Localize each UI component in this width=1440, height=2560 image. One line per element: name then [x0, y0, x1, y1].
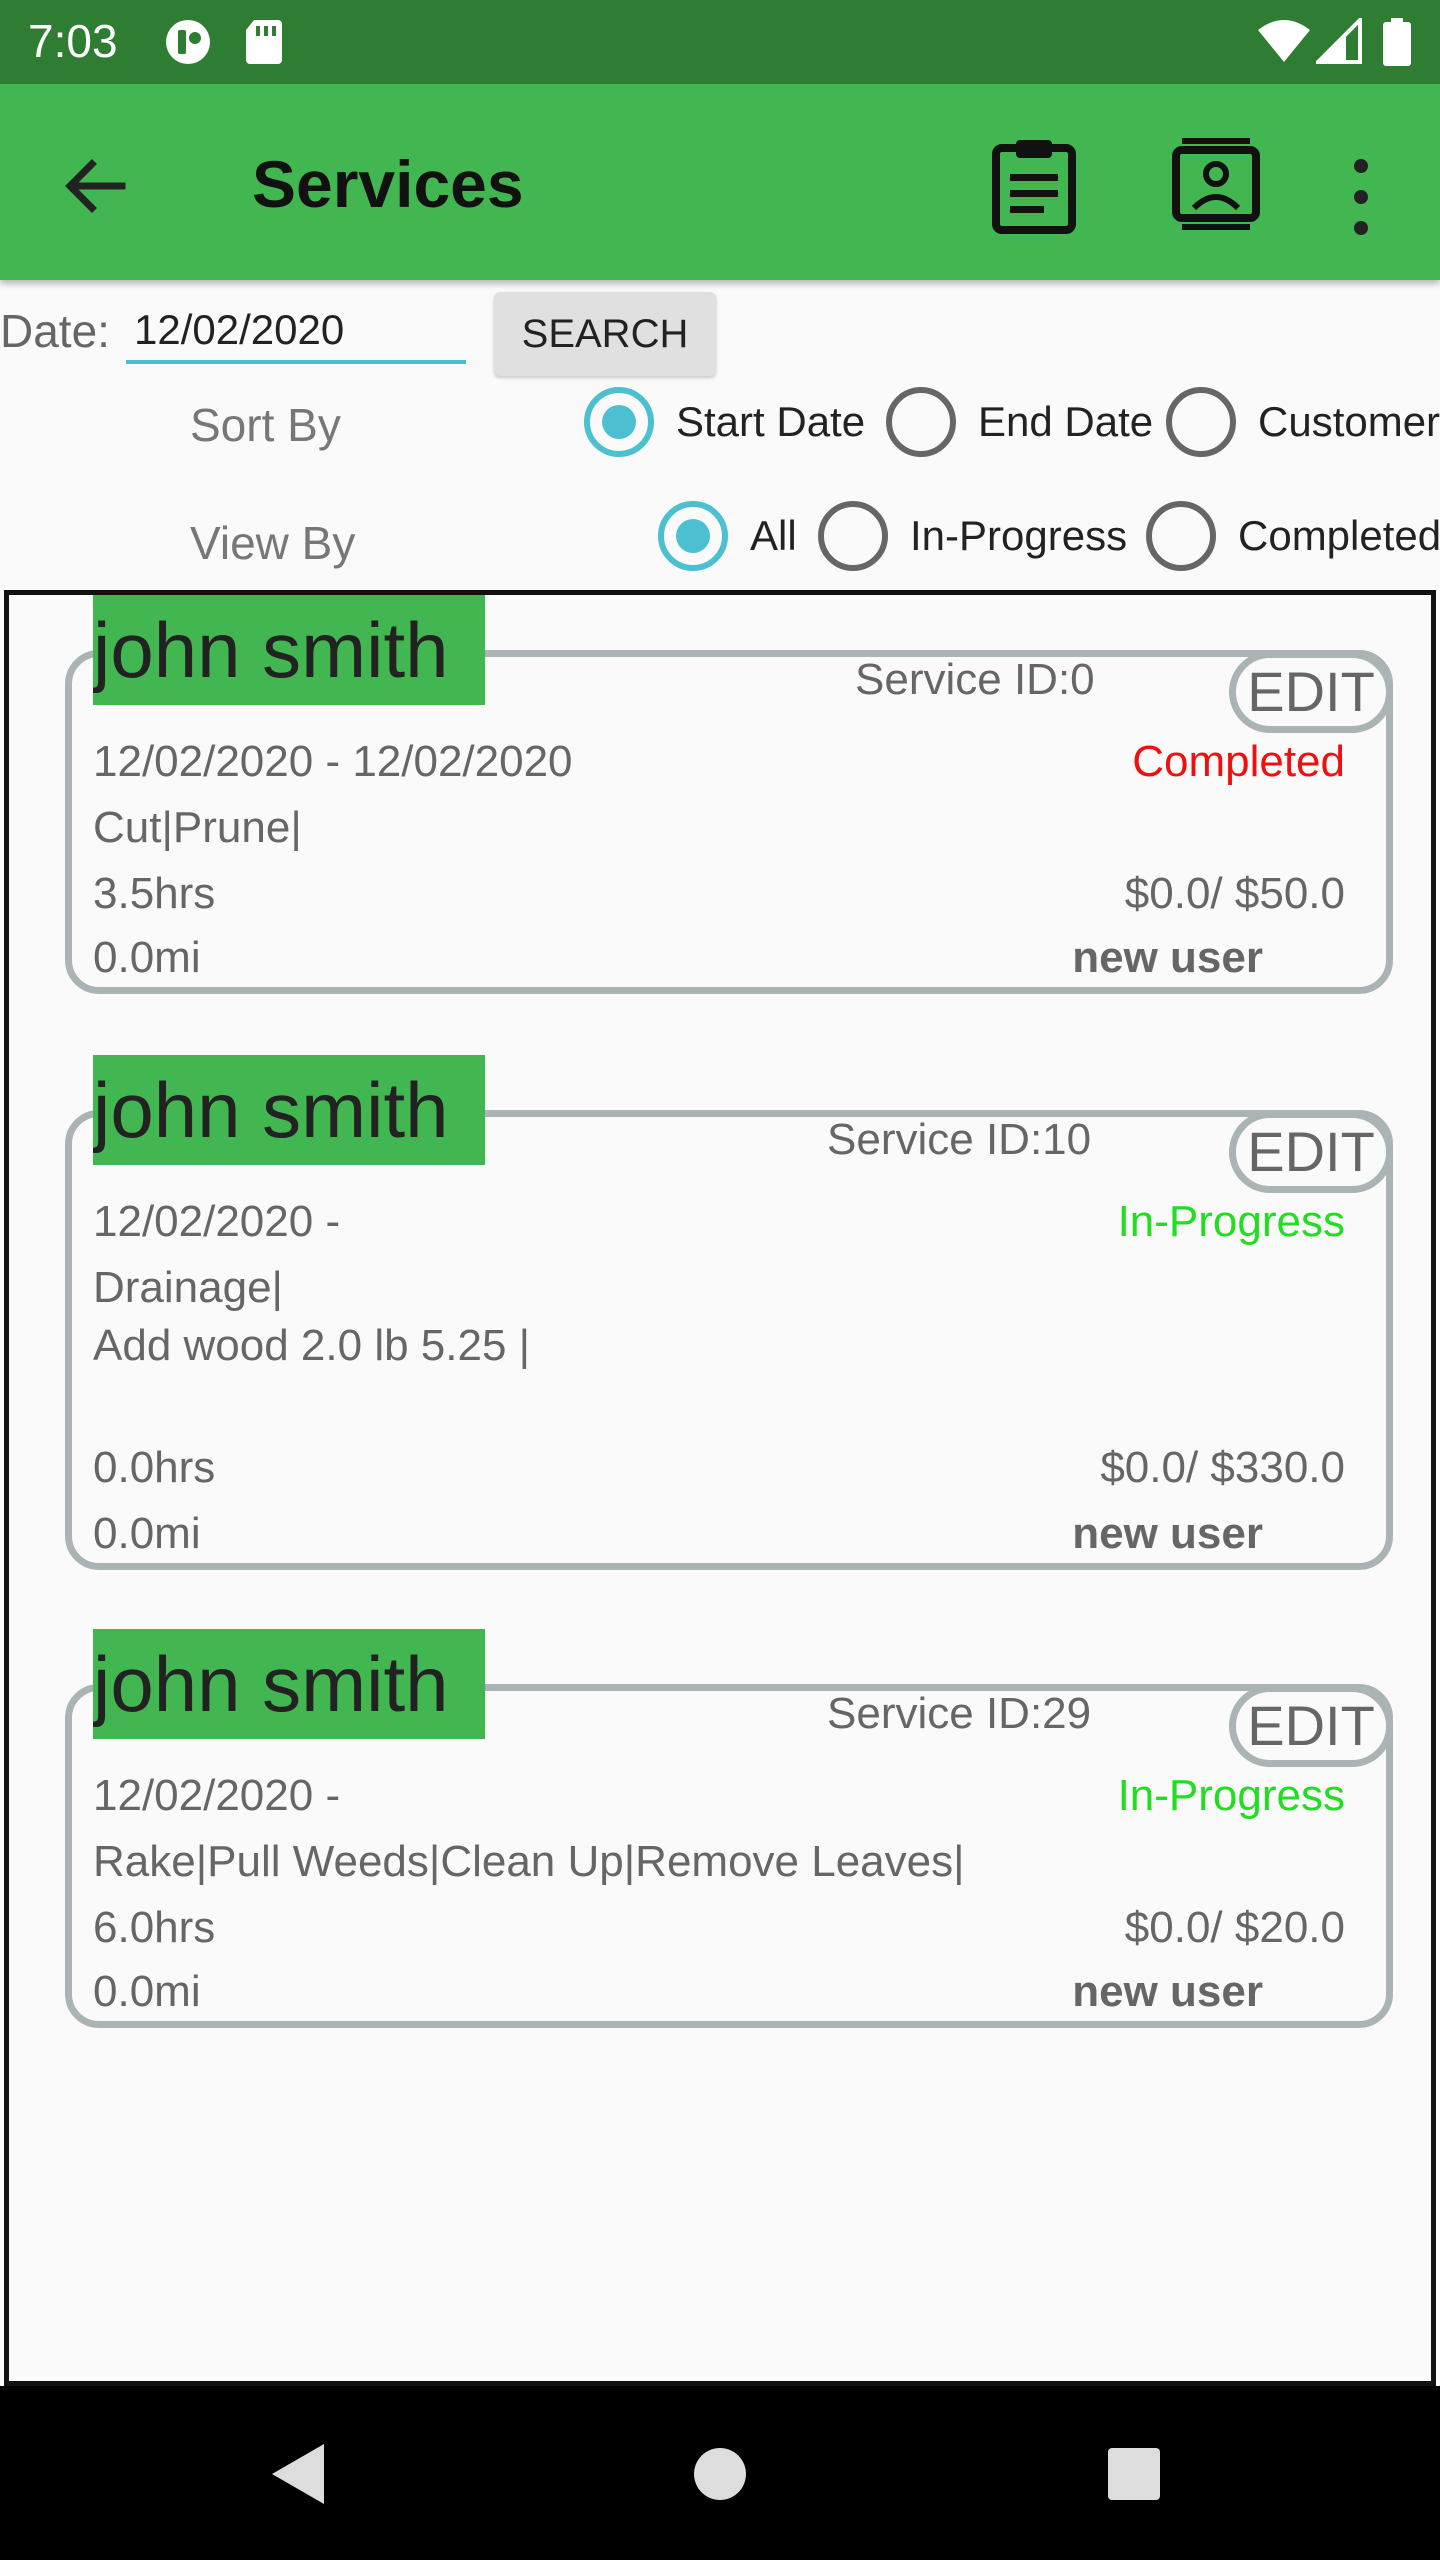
sort-customer-radio[interactable]: Customer: [1166, 382, 1440, 462]
service-tasks: Drainage|: [93, 1263, 283, 1312]
radio-unchecked-icon: [1146, 501, 1216, 571]
nav-recents-icon[interactable]: [1084, 2424, 1184, 2524]
service-materials: Add wood 2.0 lb 5.25 |: [93, 1321, 531, 1370]
back-arrow-icon[interactable]: [56, 146, 136, 226]
service-distance: 0.0mi: [93, 1509, 201, 1558]
system-nav-bar: [0, 2386, 1440, 2560]
service-distance: 0.0mi: [93, 933, 201, 982]
customer-name: john smith: [93, 1055, 485, 1165]
battery-icon: [1383, 18, 1411, 66]
radio-label: In-Progress: [910, 512, 1128, 559]
service-price: $0.0/ $50.0: [1124, 869, 1345, 918]
service-price: $0.0/ $330.0: [1100, 1443, 1345, 1492]
wifi-icon: [1258, 20, 1310, 62]
customer-name: john smith: [93, 595, 485, 705]
sort-by-label: Sort By: [190, 399, 341, 451]
service-dates: 12/02/2020 -: [93, 1197, 341, 1246]
radio-unchecked-icon: [818, 501, 888, 571]
radio-checked-icon: [658, 501, 728, 571]
sort-start-date-radio[interactable]: Start Date: [584, 382, 865, 462]
service-user: new user: [1072, 1509, 1263, 1558]
radio-label: All: [750, 512, 797, 559]
service-id: Service ID:29: [827, 1689, 1092, 1738]
service-distance: 0.0mi: [93, 1967, 201, 2016]
view-completed-radio[interactable]: Completed: [1146, 496, 1440, 576]
edit-button[interactable]: EDIT: [1229, 1685, 1393, 1767]
status-badge: In-Progress: [1117, 1771, 1345, 1820]
cell-signal-icon: [1316, 18, 1362, 64]
service-user: new user: [1072, 933, 1263, 982]
service-tasks: Cut|Prune|: [93, 803, 302, 852]
radio-label: Completed: [1238, 512, 1440, 559]
service-list[interactable]: john smith Service ID:0 EDIT 12/02/2020 …: [4, 590, 1436, 2386]
overflow-menu-icon[interactable]: [1336, 152, 1386, 242]
nav-home-icon[interactable]: [670, 2424, 770, 2524]
edit-button[interactable]: EDIT: [1229, 1111, 1393, 1193]
radio-label: End Date: [978, 398, 1154, 445]
search-button[interactable]: SEARCH: [494, 292, 716, 376]
radio-unchecked-icon: [1166, 387, 1236, 457]
radio-label: Start Date: [676, 398, 866, 445]
radio-unchecked-icon: [886, 387, 956, 457]
radio-checked-icon: [584, 387, 654, 457]
service-dates: 12/02/2020 - 12/02/2020: [93, 737, 573, 786]
notification-app-icon: [166, 20, 210, 64]
status-badge: Completed: [1132, 737, 1345, 786]
clipboard-icon[interactable]: [984, 134, 1084, 234]
status-badge: In-Progress: [1117, 1197, 1345, 1246]
service-tasks: Rake|Pull Weeds|Clean Up|Remove Leaves|: [93, 1837, 965, 1886]
service-id: Service ID:10: [827, 1115, 1092, 1164]
status-bar: 7:03: [0, 0, 1440, 84]
view-by-label: View By: [190, 517, 356, 569]
page-title: Services: [252, 147, 524, 221]
view-all-radio[interactable]: All: [658, 496, 797, 576]
service-price: $0.0/ $20.0: [1124, 1903, 1345, 1952]
service-hours: 6.0hrs: [93, 1903, 216, 1952]
radio-label: Customer: [1258, 398, 1440, 445]
date-label: Date:: [0, 305, 110, 357]
service-user: new user: [1072, 1967, 1263, 2016]
date-input[interactable]: [126, 296, 466, 364]
status-time: 7:03: [28, 15, 118, 67]
edit-button[interactable]: EDIT: [1229, 651, 1393, 733]
service-hours: 3.5hrs: [93, 869, 216, 918]
view-in-progress-radio[interactable]: In-Progress: [818, 496, 1127, 576]
sort-end-date-radio[interactable]: End Date: [886, 382, 1153, 462]
service-id: Service ID:0: [855, 655, 1095, 704]
customer-name: john smith: [93, 1629, 485, 1739]
service-dates: 12/02/2020 -: [93, 1771, 341, 1820]
nav-back-icon[interactable]: [250, 2424, 350, 2524]
app-bar: Services: [0, 84, 1440, 280]
service-hours: 0.0hrs: [93, 1443, 216, 1492]
sd-card-icon: [246, 20, 282, 64]
contact-card-icon[interactable]: [1166, 134, 1266, 234]
